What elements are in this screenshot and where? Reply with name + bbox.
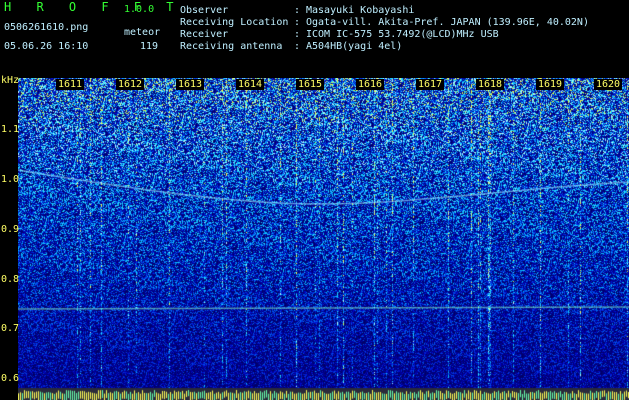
app-title: H R O F F T — [4, 0, 183, 14]
app-version: 1.0.0 — [124, 4, 155, 15]
time-tick-label: 1616 — [356, 79, 385, 90]
axis-tick-label: 0.6 — [1, 373, 20, 384]
observer-key: Observer — [180, 5, 229, 16]
axis-tick-label: 1.1 — [1, 124, 20, 135]
receiver-value: ICOM IC-575 53.7492(@LCD)MHz USB — [306, 29, 499, 40]
location-key: Receiving Location — [180, 17, 289, 28]
axis-tick-label: 0.9 — [1, 224, 20, 235]
meteor-label: meteor — [124, 27, 161, 38]
location-value: Ogata-vill. Akita-Pref. JAPAN (139.96E, … — [306, 17, 589, 28]
axis-tick-label: 1.0 — [1, 174, 20, 185]
header-panel: H R O F F T 1.0.0 0506261610.png meteor … — [0, 0, 629, 76]
axis-tick-label: 0.8 — [1, 274, 20, 285]
observer-value: Masayuki Kobayashi — [306, 5, 415, 16]
file-datetime: 05.06.26 16:10 — [4, 41, 89, 52]
antenna-key: Receiving antenna — [180, 41, 283, 52]
meteor-count: 119 — [140, 41, 159, 52]
time-tick-label: 1619 — [536, 79, 565, 90]
file-name: 0506261610.png — [4, 22, 89, 33]
time-tick-label: 1613 — [176, 79, 205, 90]
antenna-sep: : — [294, 41, 301, 52]
location-sep: : — [294, 17, 301, 28]
antenna-value: A504HB(yagi 4el) — [306, 41, 403, 52]
spectrogram-canvas — [18, 78, 629, 400]
axis-unit-label: kHz — [1, 75, 20, 86]
receiver-key: Receiver — [180, 29, 229, 40]
time-tick-label: 1620 — [594, 79, 623, 90]
receiver-sep: : — [294, 29, 301, 40]
observer-sep: : — [294, 5, 301, 16]
frequency-axis: kHz 1.1 1.0 0.9 0.8 0.7 0.6 — [0, 75, 20, 400]
time-tick-label: 1612 — [116, 79, 145, 90]
time-tick-label: 1615 — [296, 79, 325, 90]
time-tick-label: 1617 — [416, 79, 445, 90]
time-tick-label: 1611 — [56, 79, 85, 90]
time-tick-label: 1618 — [476, 79, 505, 90]
time-tick-label: 1614 — [236, 79, 265, 90]
axis-tick-label: 0.7 — [1, 323, 20, 334]
